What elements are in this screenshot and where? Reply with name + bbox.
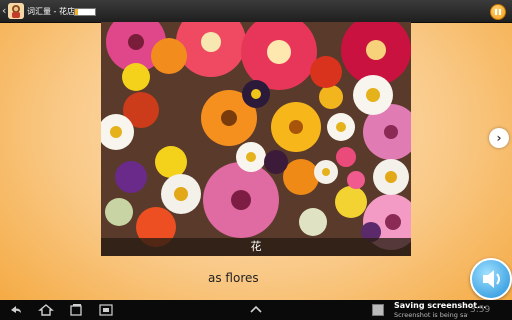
- next-button[interactable]: ›: [489, 128, 509, 148]
- caption-strip: 花: [101, 238, 411, 256]
- page-title: 词汇量 - 花店: [27, 7, 75, 16]
- clock: 3:59: [470, 305, 491, 315]
- speaker-button[interactable]: [470, 258, 512, 300]
- flashcard-image: [101, 22, 411, 256]
- flowers-image: [101, 22, 411, 256]
- image-icon: [372, 304, 384, 316]
- back-arrow-icon[interactable]: [8, 302, 24, 318]
- pause-icon-bar: [499, 9, 501, 15]
- lesson-progress-bar: [74, 8, 96, 16]
- screenshot-icon[interactable]: [98, 302, 114, 318]
- chevron-right-icon: ›: [496, 131, 502, 145]
- translation-word: as flores: [208, 271, 259, 285]
- home-icon[interactable]: [38, 302, 54, 318]
- app-icon[interactable]: [8, 3, 24, 19]
- chevron-up-icon[interactable]: [248, 302, 264, 318]
- speaker-icon: [483, 270, 500, 288]
- pause-icon: [495, 9, 497, 15]
- app-icon-graphic: [8, 3, 24, 19]
- pause-button[interactable]: [490, 4, 506, 20]
- notification-subtitle: Screenshot is being saved: [394, 311, 468, 319]
- chinese-caption: 花: [250, 240, 262, 253]
- lesson-progress-fill: [75, 9, 78, 15]
- recent-apps-icon[interactable]: [68, 302, 84, 318]
- top-bar: ‹ 词汇量 - 花店: [0, 0, 512, 23]
